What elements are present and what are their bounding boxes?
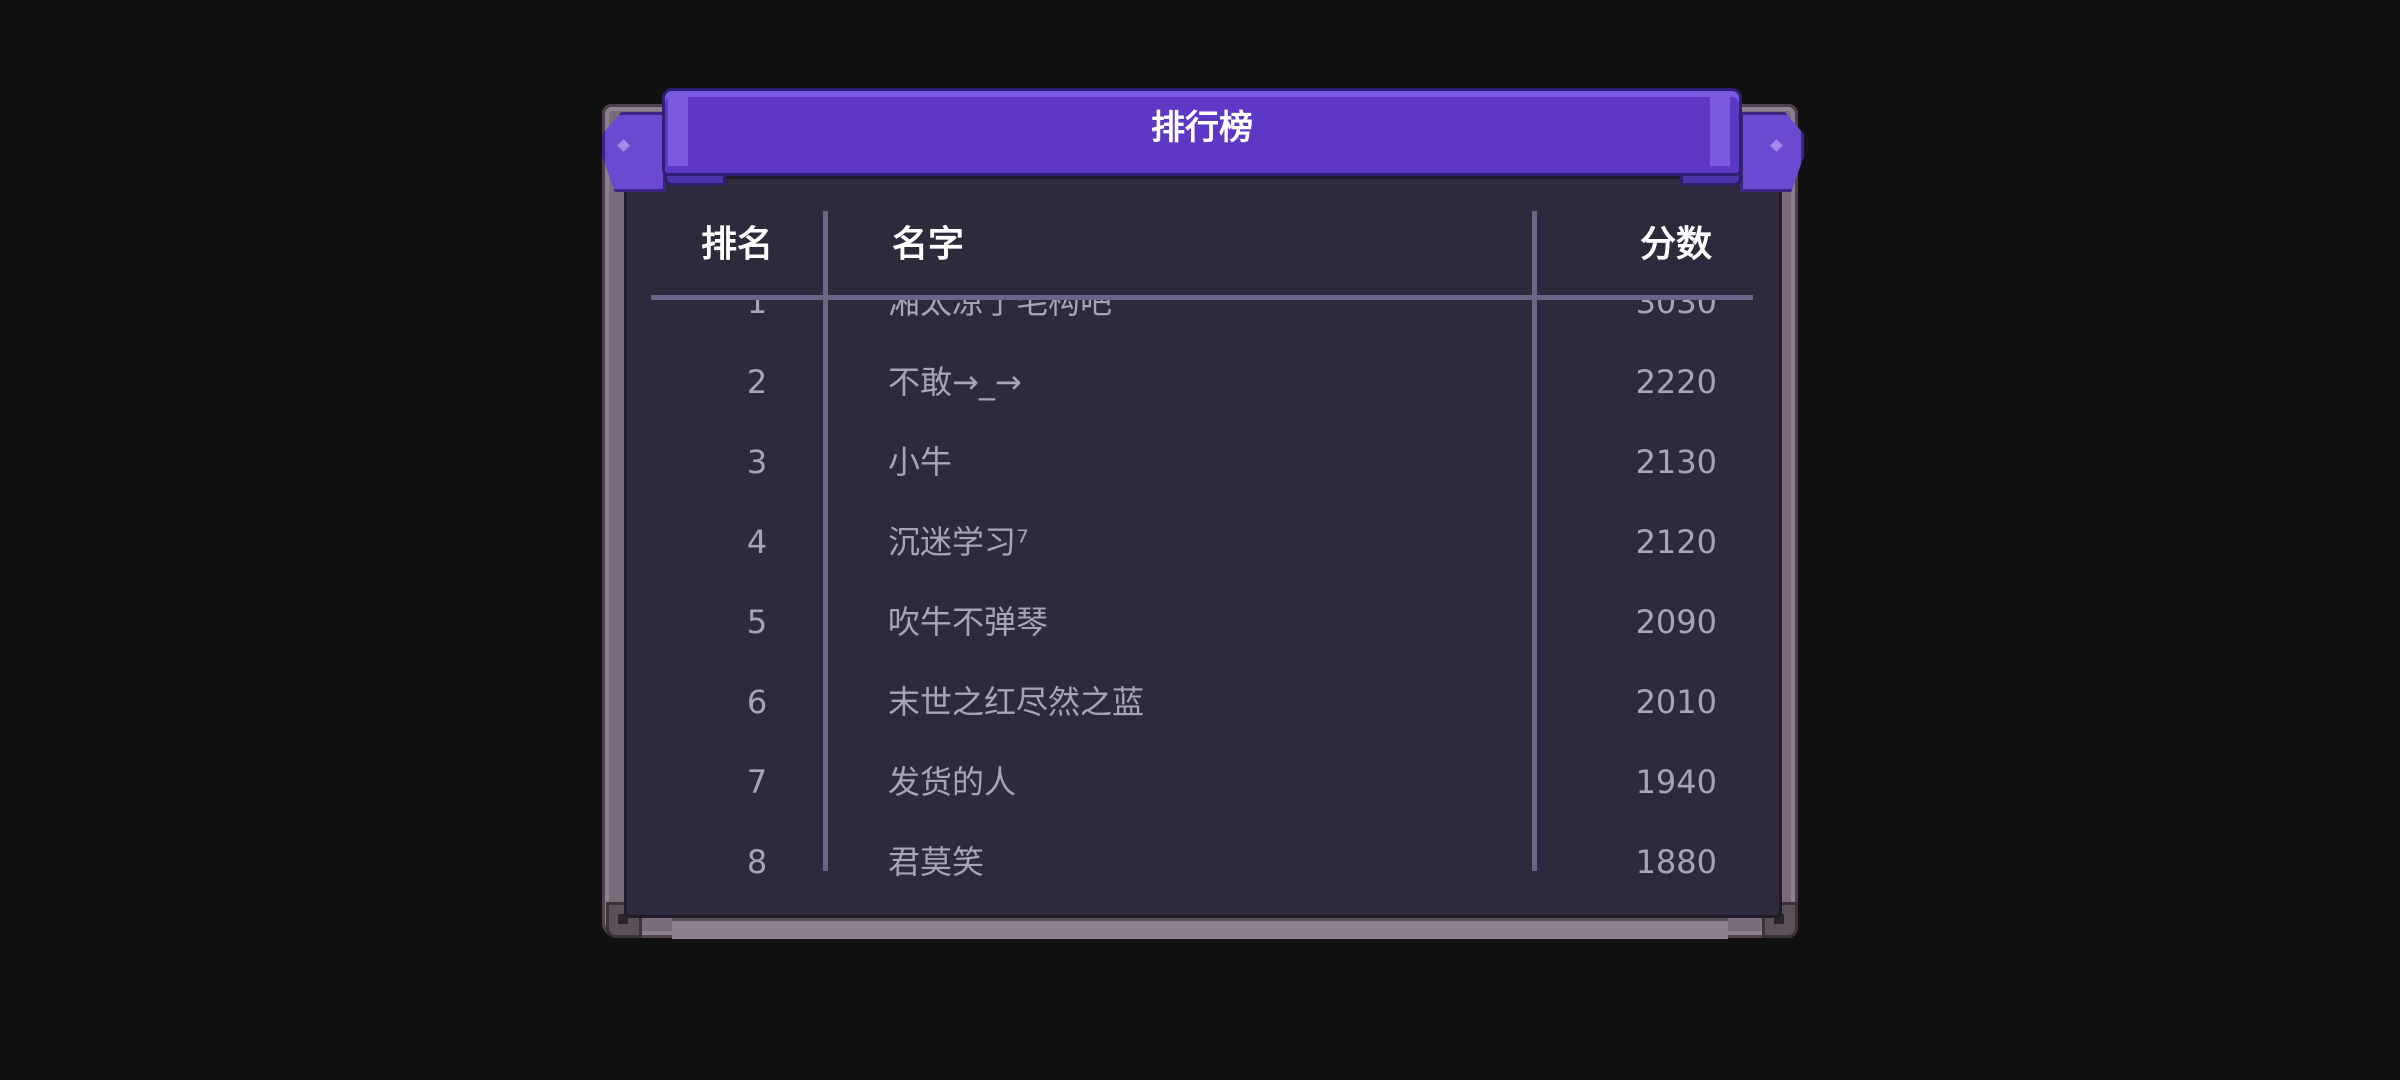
row-player-name: 君莫笑 [888,843,985,881]
leaderboard-row: 3 小牛 2130 [627,422,1779,502]
row-score: 2220 [1635,363,1717,401]
leaderboard-row: 7 发货的人 1940 [627,742,1779,822]
row-player-name: 吹牛不弹琴 [888,603,1049,641]
row-rank: 2 [746,363,768,401]
column-divider-score [1532,211,1537,871]
row-score: 2090 [1635,603,1717,641]
row-player-name: 发货的人 [888,763,1017,801]
row-rank: 7 [746,763,768,801]
row-player-name: 小牛 [888,443,953,481]
banner-wing-left [602,112,666,192]
row-score: 2130 [1635,443,1717,481]
leaderboard-row: 8 君莫笑 1880 [627,822,1779,902]
leaderboard-row: 5 吹牛不弹琴 2090 [627,582,1779,662]
row-rank: 1 [746,300,768,321]
game-screen: 排名 名字 分数 1 湘太凉了毛构吧 3030 2 不敢→_→ 2220 3 小牛 2130 4 沉… [0,0,2400,1080]
leaderboard-row: 4 沉迷学习⁷ 2120 [627,502,1779,582]
header-divider [651,295,1753,300]
leaderboard-rows: 1 湘太凉了毛构吧 3030 2 不敢→_→ 2220 3 小牛 2130 4 沉迷学习⁷ 2120 5… [627,300,1779,902]
row-rank: 5 [746,603,768,641]
row-rank: 4 [746,523,768,561]
row-player-name: 沉迷学习⁷ [888,523,1029,561]
banner-wing-right [1740,112,1804,192]
row-player-name: 湘太凉了毛构吧 [888,300,1113,321]
leaderboard-scroll-list[interactable]: 1 湘太凉了毛构吧 3030 2 不敢→_→ 2220 3 小牛 2130 4 沉迷学习⁷ 2120 5… [627,300,1779,915]
header-rank: 排名 [701,224,774,265]
leaderboard-board: 排名 名字 分数 1 湘太凉了毛构吧 3030 2 不敢→_→ 2220 3 小牛 2130 4 沉… [624,176,1782,918]
row-rank: 6 [746,683,768,721]
header-name: 名字 [892,224,965,265]
leaderboard-row: 2 不敢→_→ 2220 [627,342,1779,422]
row-player-name: 不敢→_→ [888,363,1022,401]
leaderboard-row: 6 末世之红尽然之蓝 2010 [627,662,1779,742]
header-score: 分数 [1639,224,1712,265]
row-score: 3030 [1635,300,1717,321]
row-score: 1880 [1635,843,1717,881]
row-rank: 8 [746,843,768,881]
leaderboard-row: 1 湘太凉了毛构吧 3030 [627,300,1779,342]
column-divider-rank [823,211,828,871]
frame-bottom-ledge [672,918,1728,939]
leaderboard-title: 排行榜 [1151,108,1253,148]
row-score: 2010 [1635,683,1717,721]
row-score: 1940 [1635,763,1717,801]
row-score: 2120 [1635,523,1717,561]
row-player-name: 末世之红尽然之蓝 [888,683,1145,721]
row-rank: 3 [746,443,768,481]
